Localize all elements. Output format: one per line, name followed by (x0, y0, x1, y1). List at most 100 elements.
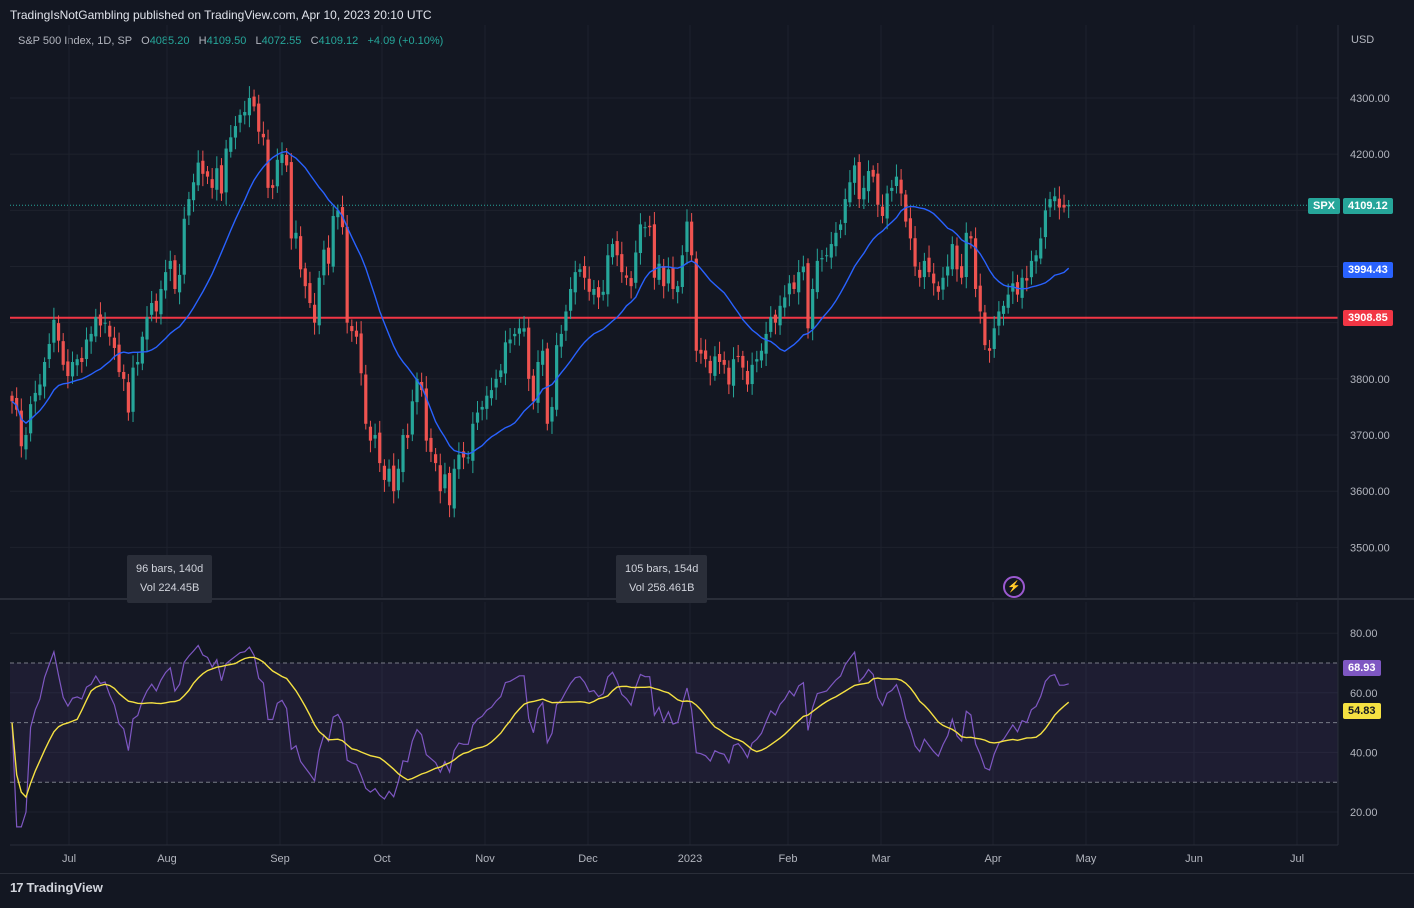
rsi-tick-1: 40.00 (1350, 747, 1378, 759)
candle-body-120 (569, 288, 573, 311)
rsi-tick-2: 60.00 (1350, 688, 1378, 700)
candle-body-24 (122, 371, 126, 379)
candle-body-38 (187, 199, 191, 216)
tradingview-logo[interactable]: 17 TradingView (10, 880, 103, 895)
candle-body-182 (857, 162, 861, 200)
range-volume-1: Vol 224.45B (139, 582, 200, 594)
candle-body-17 (89, 333, 93, 342)
candle-body-210 (987, 348, 992, 351)
candle-body-198 (932, 273, 936, 284)
candle-body-91 (434, 454, 438, 464)
candle-body-37 (182, 218, 186, 275)
candle-body-218 (1025, 278, 1029, 281)
candle-body-92 (438, 465, 442, 492)
candle-body-134 (634, 252, 638, 283)
candle-body-93 (443, 474, 447, 489)
candle-body-67 (322, 249, 326, 276)
time-tick-7: Feb (779, 853, 798, 865)
price-tick-8: 4300.00 (1350, 93, 1390, 105)
candle-body-9 (52, 319, 56, 343)
candle-body-20 (103, 322, 107, 324)
candle-body-116 (550, 406, 554, 422)
candle-body-84 (401, 435, 405, 473)
candle-body-223 (1048, 199, 1052, 208)
candle-body-56 (271, 185, 275, 188)
candle-body-118 (559, 333, 563, 347)
candle-body-7 (42, 361, 47, 387)
candle-body-206 (969, 236, 973, 239)
candle-body-122 (578, 269, 582, 272)
candle-body-169 (797, 272, 801, 293)
candle-body-58 (280, 154, 284, 163)
candle-body-39 (191, 182, 196, 201)
candle-body-45 (219, 165, 224, 194)
candle-body-13 (70, 361, 75, 377)
candle-body-126 (596, 287, 601, 298)
candle-body-114 (541, 350, 545, 365)
candle-body-6 (38, 384, 42, 396)
candle-body-40 (196, 162, 200, 186)
candle-body-79 (378, 432, 382, 464)
candle-body-104 (494, 378, 498, 388)
candle-body-189 (890, 187, 894, 191)
candle-body-32 (159, 288, 163, 315)
rsi-axis: 20.00 40.00 60.00 80.00 (1350, 628, 1378, 819)
tradingview-logo-text: TradingView (26, 880, 103, 895)
candle-body-132 (624, 275, 629, 278)
candle-body-73 (350, 326, 354, 332)
candle-body-224 (1053, 196, 1057, 202)
candle-body-11 (61, 341, 65, 365)
candle-body-10 (56, 323, 61, 341)
candle-body-125 (592, 288, 596, 295)
candle-body-191 (899, 179, 903, 194)
candle-body-179 (843, 199, 847, 223)
candle-body-151 (713, 356, 717, 376)
candle-body-22 (112, 337, 117, 348)
candle-body-80 (382, 465, 386, 480)
candle-body-98 (466, 457, 470, 459)
candle-body-144 (680, 255, 684, 287)
time-axis: Jul Aug Sep Oct Nov Dec 2023 Feb Mar Apr May Jun Jul (62, 853, 1304, 865)
candle-body-155 (731, 359, 736, 386)
lightning-icon[interactable]: ⚡ (1003, 576, 1025, 598)
candle-body-3 (24, 435, 28, 450)
candle-body-148 (699, 349, 703, 354)
time-tick-1: Aug (157, 853, 177, 865)
candle-body-95 (452, 468, 456, 509)
range-stats-box-2[interactable]: 105 bars, 154d Vol 258.461B (616, 555, 708, 603)
candle-body-197 (927, 257, 931, 273)
candle-body-163 (769, 317, 773, 332)
candle-body-90 (429, 437, 433, 452)
candle-body-35 (173, 260, 177, 289)
ma-line (11, 150, 1070, 455)
candle-body-14 (75, 359, 79, 366)
candle-body-173 (815, 260, 819, 293)
candle-body-30 (150, 303, 154, 315)
candle-body-21 (108, 325, 112, 337)
level-price-tag: 3908.85 (1343, 310, 1393, 326)
candle-body-133 (629, 278, 633, 287)
rsi-ma-value-tag: 54.83 (1343, 703, 1381, 719)
time-tick-3: Oct (373, 853, 390, 865)
price-tick-3: 3800.00 (1350, 374, 1390, 386)
candle-body-15 (80, 357, 84, 362)
candle-body-166 (783, 297, 787, 308)
candle-body-76 (364, 374, 368, 424)
rsi-tick-0: 20.00 (1350, 807, 1378, 819)
candle-body-225 (1057, 198, 1061, 208)
candle-body-131 (620, 254, 624, 273)
candle-body-141 (666, 269, 670, 284)
chart-canvas[interactable]: 3500.00 3600.00 3700.00 3800.00 4200.00 4300.… (0, 0, 1414, 873)
candle-body-62 (299, 236, 303, 270)
candle-body-53 (257, 103, 261, 132)
range-stats-box-1[interactable]: 96 bars, 140d Vol 224.45B (127, 555, 213, 603)
candle-body-152 (717, 353, 722, 362)
candle-body-156 (736, 355, 740, 357)
candle-body-99 (471, 423, 475, 461)
time-tick-5: Dec (578, 853, 598, 865)
candle-body-146 (690, 221, 694, 256)
time-tick-0: Jul (62, 853, 76, 865)
candle-body-153 (722, 359, 726, 365)
candle-body-46 (224, 148, 228, 193)
candle-body-212 (997, 311, 1001, 326)
